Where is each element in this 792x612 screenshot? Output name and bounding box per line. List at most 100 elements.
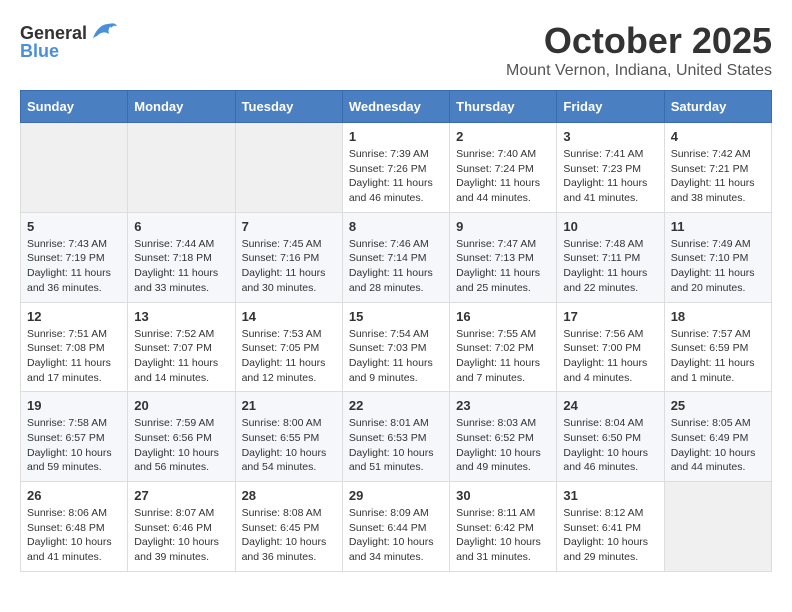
calendar-table: SundayMondayTuesdayWednesdayThursdayFrid… <box>20 90 772 572</box>
day-number: 13 <box>134 309 228 324</box>
day-number: 31 <box>563 488 657 503</box>
day-number: 9 <box>456 219 550 234</box>
day-number: 2 <box>456 129 550 144</box>
logo: General Blue <box>20 20 117 62</box>
location-title: Mount Vernon, Indiana, United States <box>506 62 772 80</box>
day-number: 29 <box>349 488 443 503</box>
day-info: Sunrise: 8:03 AM Sunset: 6:52 PM Dayligh… <box>456 416 550 475</box>
calendar-day-cell: 1 Sunrise: 7:39 AM Sunset: 7:26 PM Daylig… <box>342 123 449 213</box>
title-area: October 2025 Mount Vernon, Indiana, Unit… <box>506 20 772 80</box>
day-number: 14 <box>242 309 336 324</box>
calendar-day-cell <box>128 123 235 213</box>
calendar-day-cell <box>664 482 771 572</box>
day-number: 24 <box>563 398 657 413</box>
day-number: 7 <box>242 219 336 234</box>
calendar-day-cell: 18 Sunrise: 7:57 AM Sunset: 6:59 PM Dayli… <box>664 302 771 392</box>
day-info: Sunrise: 7:39 AM Sunset: 7:26 PM Dayligh… <box>349 147 443 206</box>
calendar-week-row: 19 Sunrise: 7:58 AM Sunset: 6:57 PM Dayli… <box>21 392 772 482</box>
calendar-day-cell: 7 Sunrise: 7:45 AM Sunset: 7:16 PM Daylig… <box>235 212 342 302</box>
calendar-week-row: 12Sunrise: 7:51 AM Sunset: 7:08 PM Dayli… <box>21 302 772 392</box>
calendar-day-cell: 28Sunrise: 8:08 AM Sunset: 6:45 PM Dayli… <box>235 482 342 572</box>
day-info: Sunrise: 7:41 AM Sunset: 7:23 PM Dayligh… <box>563 147 657 206</box>
day-number: 15 <box>349 309 443 324</box>
day-of-week-header: Monday <box>128 91 235 123</box>
calendar-day-cell: 2 Sunrise: 7:40 AM Sunset: 7:24 PM Daylig… <box>450 123 557 213</box>
day-number: 22 <box>349 398 443 413</box>
day-info: Sunrise: 7:57 AM Sunset: 6:59 PM Dayligh… <box>671 327 765 386</box>
logo-blue-text: Blue <box>20 41 59 62</box>
day-number: 6 <box>134 219 228 234</box>
day-info: Sunrise: 7:43 AM Sunset: 7:19 PM Dayligh… <box>27 237 121 296</box>
day-info: Sunrise: 8:08 AM Sunset: 6:45 PM Dayligh… <box>242 506 336 565</box>
day-of-week-header: Thursday <box>450 91 557 123</box>
calendar-day-cell: 3 Sunrise: 7:41 AM Sunset: 7:23 PM Daylig… <box>557 123 664 213</box>
calendar-week-row: 5 Sunrise: 7:43 AM Sunset: 7:19 PM Daylig… <box>21 212 772 302</box>
calendar-header-row: SundayMondayTuesdayWednesdayThursdayFrid… <box>21 91 772 123</box>
calendar-day-cell: 27Sunrise: 8:07 AM Sunset: 6:46 PM Dayli… <box>128 482 235 572</box>
month-title: October 2025 <box>506 20 772 62</box>
calendar-day-cell: 16 Sunrise: 7:55 AM Sunset: 7:02 PM Dayli… <box>450 302 557 392</box>
day-number: 20 <box>134 398 228 413</box>
day-number: 17 <box>563 309 657 324</box>
day-info: Sunrise: 7:53 AM Sunset: 7:05 PM Dayligh… <box>242 327 336 386</box>
calendar-day-cell: 24 Sunrise: 8:04 AM Sunset: 6:50 PM Dayli… <box>557 392 664 482</box>
day-info: Sunrise: 7:42 AM Sunset: 7:21 PM Dayligh… <box>671 147 765 206</box>
day-number: 16 <box>456 309 550 324</box>
day-of-week-header: Friday <box>557 91 664 123</box>
day-of-week-header: Wednesday <box>342 91 449 123</box>
calendar-day-cell: 31 Sunrise: 8:12 AM Sunset: 6:41 PM Dayli… <box>557 482 664 572</box>
day-of-week-header: Saturday <box>664 91 771 123</box>
calendar-day-cell: 21Sunrise: 8:00 AM Sunset: 6:55 PM Dayli… <box>235 392 342 482</box>
day-info: Sunrise: 7:49 AM Sunset: 7:10 PM Dayligh… <box>671 237 765 296</box>
calendar-day-cell: 30 Sunrise: 8:11 AM Sunset: 6:42 PM Dayli… <box>450 482 557 572</box>
calendar-day-cell <box>235 123 342 213</box>
calendar-day-cell: 26Sunrise: 8:06 AM Sunset: 6:48 PM Dayli… <box>21 482 128 572</box>
day-info: Sunrise: 8:12 AM Sunset: 6:41 PM Dayligh… <box>563 506 657 565</box>
day-info: Sunrise: 7:51 AM Sunset: 7:08 PM Dayligh… <box>27 327 121 386</box>
day-number: 21 <box>242 398 336 413</box>
day-info: Sunrise: 8:11 AM Sunset: 6:42 PM Dayligh… <box>456 506 550 565</box>
day-info: Sunrise: 8:09 AM Sunset: 6:44 PM Dayligh… <box>349 506 443 565</box>
day-info: Sunrise: 8:01 AM Sunset: 6:53 PM Dayligh… <box>349 416 443 475</box>
day-info: Sunrise: 7:55 AM Sunset: 7:02 PM Dayligh… <box>456 327 550 386</box>
day-info: Sunrise: 7:40 AM Sunset: 7:24 PM Dayligh… <box>456 147 550 206</box>
calendar-day-cell: 9 Sunrise: 7:47 AM Sunset: 7:13 PM Daylig… <box>450 212 557 302</box>
logo-bird-icon <box>89 20 117 42</box>
calendar-week-row: 1 Sunrise: 7:39 AM Sunset: 7:26 PM Daylig… <box>21 123 772 213</box>
day-number: 19 <box>27 398 121 413</box>
calendar-day-cell: 23Sunrise: 8:03 AM Sunset: 6:52 PM Dayli… <box>450 392 557 482</box>
day-number: 11 <box>671 219 765 234</box>
calendar-day-cell: 5 Sunrise: 7:43 AM Sunset: 7:19 PM Daylig… <box>21 212 128 302</box>
calendar-day-cell: 4Sunrise: 7:42 AM Sunset: 7:21 PM Daylig… <box>664 123 771 213</box>
calendar-day-cell: 13 Sunrise: 7:52 AM Sunset: 7:07 PM Dayli… <box>128 302 235 392</box>
day-number: 10 <box>563 219 657 234</box>
day-info: Sunrise: 7:47 AM Sunset: 7:13 PM Dayligh… <box>456 237 550 296</box>
day-number: 1 <box>349 129 443 144</box>
calendar-day-cell <box>21 123 128 213</box>
day-info: Sunrise: 7:59 AM Sunset: 6:56 PM Dayligh… <box>134 416 228 475</box>
calendar-day-cell: 17 Sunrise: 7:56 AM Sunset: 7:00 PM Dayli… <box>557 302 664 392</box>
calendar-day-cell: 22 Sunrise: 8:01 AM Sunset: 6:53 PM Dayli… <box>342 392 449 482</box>
calendar-day-cell: 8Sunrise: 7:46 AM Sunset: 7:14 PM Daylig… <box>342 212 449 302</box>
day-number: 25 <box>671 398 765 413</box>
calendar-day-cell: 10 Sunrise: 7:48 AM Sunset: 7:11 PM Dayli… <box>557 212 664 302</box>
day-info: Sunrise: 7:48 AM Sunset: 7:11 PM Dayligh… <box>563 237 657 296</box>
day-number: 30 <box>456 488 550 503</box>
day-info: Sunrise: 7:44 AM Sunset: 7:18 PM Dayligh… <box>134 237 228 296</box>
day-number: 5 <box>27 219 121 234</box>
day-info: Sunrise: 8:06 AM Sunset: 6:48 PM Dayligh… <box>27 506 121 565</box>
day-info: Sunrise: 7:45 AM Sunset: 7:16 PM Dayligh… <box>242 237 336 296</box>
calendar-day-cell: 20 Sunrise: 7:59 AM Sunset: 6:56 PM Dayli… <box>128 392 235 482</box>
day-info: Sunrise: 8:04 AM Sunset: 6:50 PM Dayligh… <box>563 416 657 475</box>
day-info: Sunrise: 8:07 AM Sunset: 6:46 PM Dayligh… <box>134 506 228 565</box>
day-info: Sunrise: 8:05 AM Sunset: 6:49 PM Dayligh… <box>671 416 765 475</box>
day-of-week-header: Sunday <box>21 91 128 123</box>
day-info: Sunrise: 7:54 AM Sunset: 7:03 PM Dayligh… <box>349 327 443 386</box>
day-info: Sunrise: 7:56 AM Sunset: 7:00 PM Dayligh… <box>563 327 657 386</box>
day-number: 3 <box>563 129 657 144</box>
day-info: Sunrise: 7:52 AM Sunset: 7:07 PM Dayligh… <box>134 327 228 386</box>
day-number: 8 <box>349 219 443 234</box>
day-number: 18 <box>671 309 765 324</box>
calendar-week-row: 26Sunrise: 8:06 AM Sunset: 6:48 PM Dayli… <box>21 482 772 572</box>
day-info: Sunrise: 7:58 AM Sunset: 6:57 PM Dayligh… <box>27 416 121 475</box>
